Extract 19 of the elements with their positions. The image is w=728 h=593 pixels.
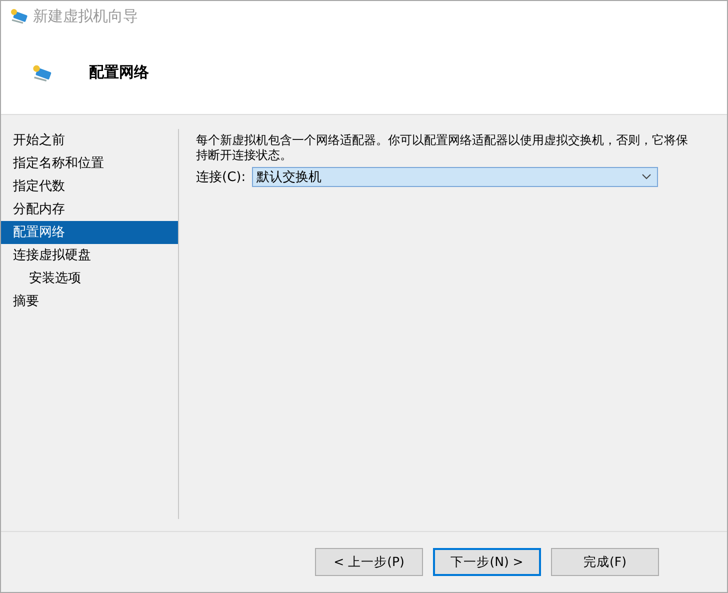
nav-item[interactable]: 分配内存 bbox=[1, 198, 178, 221]
chevron-icon bbox=[642, 174, 651, 180]
description-text: 每个新虚拟机包含一个网络适配器。你可以配置网络适配器以使用虚拟交换机，否则，它将保持断开连接状态。 bbox=[196, 133, 689, 163]
nav-item[interactable]: 指定代数 bbox=[1, 175, 178, 198]
wizard-button[interactable]: 下一步(N) > bbox=[433, 548, 541, 576]
network-icon bbox=[31, 64, 53, 82]
app-icon bbox=[9, 8, 29, 24]
nav-item[interactable]: 连接虚拟硬盘 bbox=[1, 244, 178, 267]
nav-item[interactable]: 指定名称和位置 bbox=[1, 152, 178, 175]
wizard-button[interactable]: < 上一步(P) bbox=[315, 548, 423, 576]
wizard-button[interactable]: 完成(F) bbox=[551, 548, 659, 576]
nav-item[interactable]: 摘要 bbox=[1, 290, 178, 313]
nav-item[interactable]: 安装选项 bbox=[1, 267, 178, 290]
nav-item[interactable]: 开始之前 bbox=[1, 129, 178, 152]
connection-dropdown[interactable]: 默认交换机 bbox=[252, 167, 658, 187]
connection-label: 连接(C): bbox=[196, 169, 246, 186]
window-title: 新建虚拟机向导 bbox=[33, 6, 138, 26]
page-heading: 配置网络 bbox=[89, 63, 149, 82]
nav-item[interactable]: 配置网络 bbox=[1, 221, 178, 244]
